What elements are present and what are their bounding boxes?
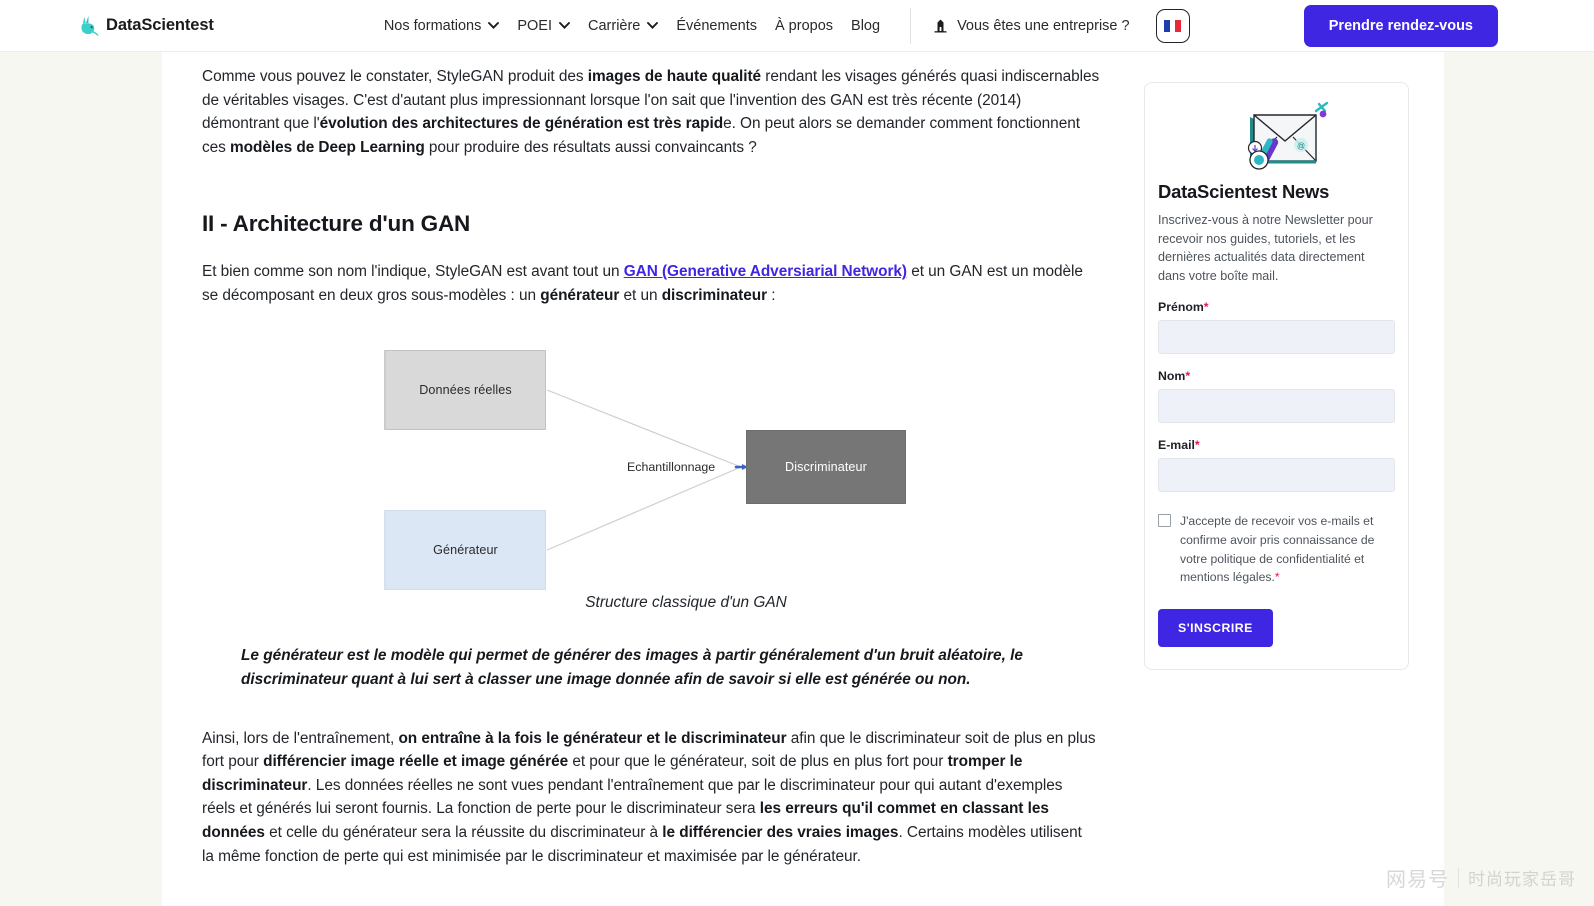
enterprise-link[interactable]: Vous êtes une entreprise ?	[933, 18, 1130, 34]
gan-diagram: Données réelles Générateur Discriminateu…	[384, 336, 944, 590]
nav-label: Blog	[851, 17, 881, 34]
nom-input[interactable]	[1158, 389, 1395, 424]
newsletter-title: DataScientest News	[1158, 181, 1330, 202]
prenom-input[interactable]	[1158, 320, 1395, 355]
nav-label: Événements	[676, 17, 757, 34]
paragraph-intro: Comme vous pouvez le constater, StyleGAN…	[202, 65, 1102, 159]
sinscrire-submit-button[interactable]: S'INSCRIRE	[1158, 608, 1273, 647]
nav-item-carriere[interactable]: Carrière	[588, 17, 659, 34]
text-run: pour produire des résultats aussi convai…	[424, 138, 757, 156]
nav-item-evenements[interactable]: Événements	[676, 18, 757, 34]
datascientest-rabbit-logo-icon	[81, 15, 99, 36]
brand-name: DataScientest	[106, 16, 214, 34]
text-run-bold: générateur	[540, 286, 620, 304]
text-run: Ainsi, lors de l'entraînement,	[202, 729, 399, 747]
text-run-bold: images de haute qualité	[587, 68, 762, 85]
building-icon	[934, 19, 947, 32]
enterprise-label: Vous êtes une entreprise ?	[957, 17, 1130, 34]
page-root: DataScientest Nos formations POEI Carriè…	[0, 0, 1594, 906]
text-run-bold: différencier image réelle et image génér…	[263, 753, 569, 771]
language-switcher-button[interactable]	[1155, 8, 1190, 43]
chevron-down-icon	[647, 22, 659, 29]
nav-label: Carrière	[588, 17, 641, 34]
node-label: Discriminateur	[785, 459, 867, 474]
prendre-rendez-vous-button[interactable]: Prendre rendez-vous	[1303, 4, 1498, 47]
text-run-bold: discriminateur	[661, 286, 768, 304]
section-heading: II - Architecture d'un GAN	[202, 211, 471, 237]
text-run-bold: on entraîne à la fois le générateur et l…	[398, 729, 787, 747]
chevron-down-icon	[559, 22, 570, 29]
chevron-down-icon	[488, 22, 500, 29]
nav-item-blog[interactable]: Blog	[851, 18, 880, 34]
figure-caption: Structure classique d'un GAN	[585, 593, 787, 611]
envelope-newsletter-icon: @	[1247, 101, 1328, 170]
watermark-brand: 网易号	[1386, 867, 1449, 891]
text-run-bold: évolution des architectures de génératio…	[319, 115, 724, 133]
required-marker: *	[1274, 570, 1280, 585]
newsletter-description: Inscrivez-vous à notre Newsletter pour r…	[1158, 213, 1373, 283]
label-text: Nom	[1158, 369, 1186, 384]
text-run: et pour que le générateur, soit de plus …	[568, 753, 948, 771]
nav-label: POEI	[517, 17, 552, 34]
node-label: Générateur	[433, 542, 498, 557]
nav-label: Nos formations	[383, 17, 482, 34]
nom-field-label: Nom*	[1158, 369, 1395, 383]
article-column: Comme vous pouvez le constater, StyleGAN…	[202, 52, 1102, 868]
nav-item-nos-formations[interactable]: Nos formations	[384, 18, 500, 34]
text-run: Comme vous pouvez le constater, StyleGAN…	[202, 68, 588, 85]
consent-row: J'accepte de recevoir vos e-mails et con…	[1158, 512, 1395, 586]
main-navigation: Nos formations POEI Carrière Événements …	[384, 18, 880, 34]
text-run: et un	[619, 286, 662, 304]
consent-label: J'accepte de recevoir vos e-mails et con…	[1180, 512, 1395, 586]
site-header: DataScientest Nos formations POEI Carriè…	[0, 0, 1594, 52]
france-flag-icon	[1164, 19, 1182, 32]
diagram-node-generateur: Générateur	[384, 509, 546, 590]
nav-item-poei[interactable]: POEI	[517, 18, 570, 34]
email-field-label: E-mail*	[1158, 438, 1395, 452]
text-run-bold: le différencier des vraies images	[662, 823, 899, 841]
required-marker: *	[1203, 300, 1209, 315]
text-run: :	[767, 286, 776, 304]
gan-definition-link[interactable]: GAN (Generative Adversiarial Network)	[624, 263, 907, 280]
text-run-bold: modèles de Deep Learning	[230, 138, 425, 156]
gan-architecture-figure: Données réelles Générateur Discriminateu…	[202, 336, 1102, 612]
paragraph-training: Ainsi, lors de l'entraînement, on entraî…	[202, 727, 1097, 869]
nav-label: À propos	[774, 17, 834, 34]
newsletter-sidebar-card: @ DataScientest News Inscrivez-vous à no…	[1144, 82, 1409, 670]
diagram-edge-label-echantillonnage: Echantillonnage	[627, 459, 716, 474]
diagram-node-discriminateur: Discriminateur	[746, 429, 906, 504]
label-text: Prénom	[1158, 300, 1204, 315]
watermark-separator	[1458, 867, 1459, 888]
pullquote-text: Le générateur est le modèle qui permet d…	[241, 646, 1023, 688]
watermark-username: 时尚玩家岳哥	[1468, 870, 1576, 890]
brand-logo-link[interactable]: DataScientest	[80, 15, 214, 37]
required-marker: *	[1185, 369, 1191, 384]
text-run: Et bien comme son nom l'indique, StyleGA…	[202, 263, 624, 281]
watermark: 网易号 时尚玩家岳哥	[1386, 863, 1576, 892]
node-label: Données réelles	[419, 382, 512, 397]
newsletter-icon-wrap: @	[1158, 101, 1395, 173]
label-text: E-mail	[1158, 438, 1195, 453]
diagram-node-donnees-reelles: Données réelles	[384, 349, 546, 430]
email-input[interactable]	[1158, 458, 1395, 493]
svg-text:@: @	[1296, 142, 1304, 151]
consent-checkbox[interactable]	[1158, 514, 1171, 528]
nav-item-a-propos[interactable]: À propos	[775, 18, 833, 34]
paragraph-architecture: Et bien comme son nom l'indique, StyleGA…	[202, 260, 1102, 307]
prenom-field-label: Prénom*	[1158, 300, 1395, 314]
required-marker: *	[1194, 438, 1200, 453]
header-divider	[910, 7, 912, 44]
text-run: et celle du générateur sera la réussite …	[264, 823, 663, 841]
